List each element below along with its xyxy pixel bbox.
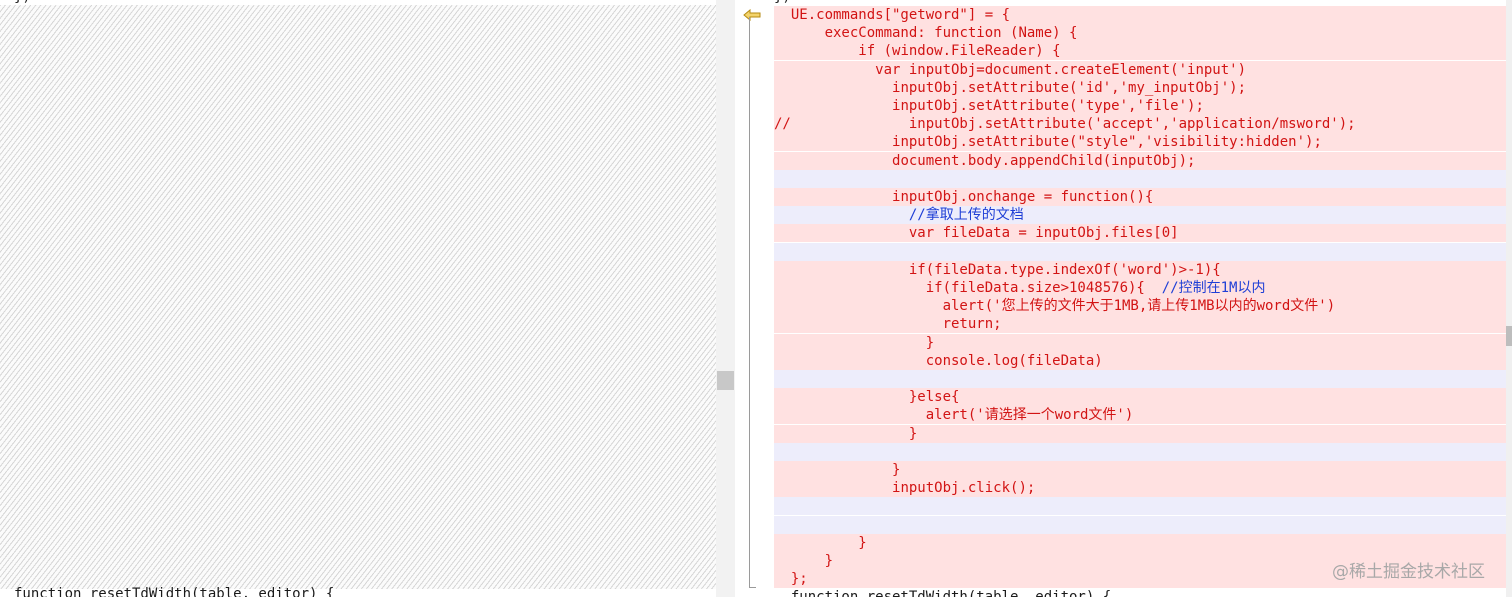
code-line: var fileData = inputObj.files[0] <box>774 224 1506 243</box>
code-line: inputObj.onchange = function(){ <box>774 188 1506 206</box>
code-text: function resetTdWidth(table, editor) { <box>791 589 1111 597</box>
watermark: @稀土掘金技术社区 <box>1332 562 1485 582</box>
code-line: } <box>774 333 1506 352</box>
code-text: } <box>824 553 834 569</box>
code-text: }else{ <box>908 389 960 406</box>
code-text: alert('您上传的文件大于1MB,请上传1MB以内的word文件') <box>942 298 1336 315</box>
code-text: // inputObj.setAttribute('accept','appli… <box>774 116 1356 133</box>
code-line: } <box>774 424 1506 443</box>
code-text: inputObj.setAttribute('id','my_inputObj'… <box>892 79 1247 96</box>
code-text: inputObj.onchange = function(){ <box>892 189 1154 205</box>
code-line: var inputObj=document.createElement('inp… <box>774 60 1506 79</box>
diff-gutter <box>735 0 774 597</box>
code-line: inputObj.click(); <box>774 479 1506 498</box>
code-line: document.body.appendChild(inputObj); <box>774 151 1506 170</box>
code-line: }else{ <box>774 388 1506 407</box>
code-text: if(fileData.type.indexOf('word')>-1){ <box>908 261 1221 278</box>
code-text: alert('请选择一个word文件') <box>925 407 1134 424</box>
code-text: execCommand: function (Name) { <box>824 25 1078 42</box>
code-line: // inputObj.setAttribute('accept','appli… <box>774 115 1506 134</box>
code-comment: //拿取上传的文档 <box>908 207 1024 224</box>
code-text: } <box>925 334 935 351</box>
code-line: console.log(fileData) <box>774 351 1506 370</box>
code-text: inputObj.click(); <box>892 480 1036 497</box>
code-line: alert('您上传的文件大于1MB,请上传1MB以内的word文件') <box>774 297 1506 316</box>
code-line <box>774 169 1506 188</box>
right-pane-scrollbar[interactable] <box>1506 0 1512 597</box>
code-line: return; <box>774 315 1506 334</box>
left-scrollbar-thumb[interactable] <box>717 371 734 390</box>
left-pane-scrollbar[interactable] <box>716 0 735 597</box>
code-text: } <box>858 534 867 551</box>
left-bottom-code-line: function resetTdWidth(table, editor) { <box>14 586 335 597</box>
right-scrollbar-thumb[interactable] <box>1506 326 1512 346</box>
code-line <box>774 515 1506 534</box>
code-text: document.body.appendChild(inputObj); <box>892 152 1196 169</box>
code-line: function resetTdWidth(table, editor) { <box>774 588 1506 597</box>
code-text: if (window.FileReader) { <box>858 43 1061 60</box>
code-text: return; <box>942 316 1002 333</box>
code-line: inputObj.setAttribute('type','file'); <box>774 97 1506 115</box>
code-text: console.log(fileData) <box>925 352 1103 369</box>
code-line: execCommand: function (Name) { <box>774 24 1506 43</box>
code-text: UE.commands["getword"] = { <box>790 7 1011 23</box>
code-line: UE.commands["getword"] = { <box>774 6 1506 24</box>
code-line: if(fileData.type.indexOf('word')>-1){ <box>774 260 1506 279</box>
right-diff-pane[interactable]: }) UE.commands["getword"] = { execComman… <box>774 0 1506 597</box>
code-line: if(fileData.size>1048576){ //控制在1M以内 <box>774 279 1506 297</box>
code-text: } <box>892 462 901 478</box>
code-line <box>774 497 1506 516</box>
left-diff-pane[interactable]: }) function resetTdWidth(table, editor) … <box>0 0 716 597</box>
code-text: if(fileData.size>1048576){ <box>925 280 1162 296</box>
code-text: } <box>908 425 918 442</box>
left-stub-line: }) <box>14 0 31 6</box>
code-line: } <box>774 533 1506 552</box>
code-text: inputObj.setAttribute('type','file'); <box>892 98 1204 114</box>
code-line: if (window.FileReader) { <box>774 42 1506 61</box>
code-comment: //控制在1M以内 <box>1161 280 1266 296</box>
code-line: alert('请选择一个word文件') <box>774 406 1506 425</box>
code-text: var inputObj=document.createElement('inp… <box>875 61 1247 78</box>
code-line: inputObj.setAttribute('id','my_inputObj'… <box>774 78 1506 97</box>
code-line: inputObj.setAttribute("style",'visibilit… <box>774 133 1506 152</box>
code-line: } <box>774 461 1506 479</box>
code-text: var fileData = inputObj.files[0] <box>908 225 1179 242</box>
code-line <box>774 242 1506 261</box>
code-text: }; <box>790 571 808 588</box>
change-block-bracket <box>749 17 756 588</box>
code-text: inputObj.setAttribute("style",'visibilit… <box>892 134 1322 151</box>
code-line <box>774 370 1506 388</box>
missing-lines-hatch <box>0 5 716 589</box>
code-line <box>774 442 1506 461</box>
code-line: //拿取上传的文档 <box>774 206 1506 225</box>
